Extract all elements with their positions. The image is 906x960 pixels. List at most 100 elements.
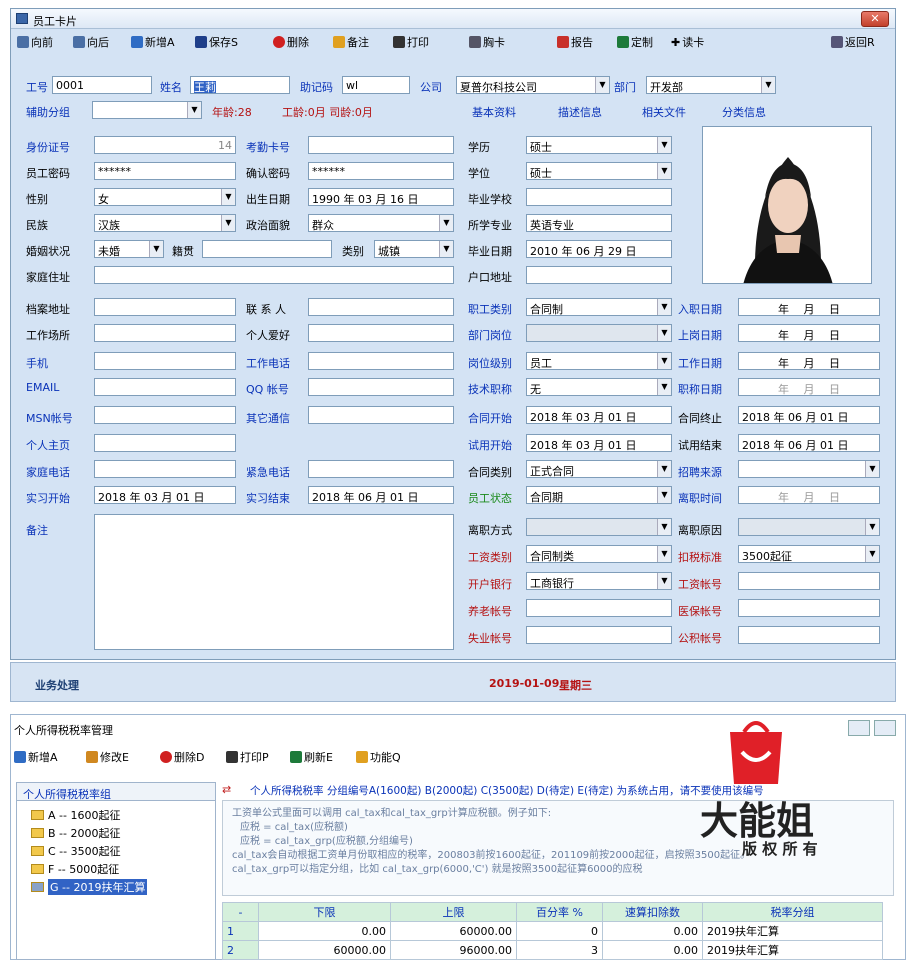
contract-start-field[interactable]: 2018 年 03 月 01 日 [526, 406, 672, 424]
idcard-field[interactable]: 14 [94, 136, 236, 154]
unemployment-field[interactable] [526, 626, 672, 644]
forward-button[interactable]: 向后 [73, 34, 109, 50]
mnemonic-field[interactable]: wl [342, 76, 410, 94]
work-date-field[interactable]: 年 月 日 [738, 352, 880, 370]
hukou-field[interactable] [526, 266, 672, 284]
tree-item-g[interactable]: G -- 2019扶年汇算 [31, 879, 148, 895]
status-select[interactable]: 合同期 ▼ [526, 486, 672, 504]
pension-field[interactable] [526, 599, 672, 617]
medical-account-field[interactable] [738, 599, 880, 617]
leave-reason-select[interactable]: ▼ [738, 518, 880, 536]
tab-basic[interactable]: 基本资料 [472, 104, 516, 120]
homepage-field[interactable] [94, 434, 236, 452]
customize-button[interactable]: 定制 [617, 34, 653, 50]
home-address-field[interactable] [94, 266, 454, 284]
col-header[interactable]: 速算扣除数 [602, 902, 703, 922]
save-button[interactable]: 保存S [195, 34, 238, 50]
qq-field[interactable] [308, 378, 454, 396]
major-field[interactable]: 英语专业 [526, 214, 672, 232]
tab-description[interactable]: 描述信息 [558, 104, 602, 120]
title-select[interactable]: 无 ▼ [526, 378, 672, 396]
table-row[interactable]: 1 0.00 60000.00 0 0.00 2019扶年汇算 [222, 921, 883, 941]
native-field[interactable] [202, 240, 332, 258]
report-button[interactable]: 报告 [557, 34, 593, 50]
contract-type-select[interactable]: 正式合同 ▼ [526, 460, 672, 478]
nation-select[interactable]: 汉族 ▼ [94, 214, 236, 232]
attendance-field[interactable] [308, 136, 454, 154]
col-header[interactable]: 税率分组 [702, 902, 883, 922]
employee-id-field[interactable]: 0001 [52, 76, 152, 94]
tax-print-button[interactable]: 打印P [226, 749, 269, 765]
dept-select[interactable]: 开发部 ▼ [646, 76, 776, 94]
tax-function-button[interactable]: 功能Q [356, 749, 401, 765]
read-card-button[interactable]: ✚ 读卡 [671, 34, 704, 50]
homephone-field[interactable] [94, 460, 236, 478]
gender-select[interactable]: 女 ▼ [94, 188, 236, 206]
tax-new-button[interactable]: 新增A [14, 749, 58, 765]
trial-end-field[interactable]: 2018 年 06 月 01 日 [738, 434, 880, 452]
jobtype-select[interactable]: 合同制 ▼ [526, 298, 672, 316]
contract-end-field[interactable]: 2018 年 06 月 01 日 [738, 406, 880, 424]
leave-date-field[interactable]: 年 月 日 [738, 486, 880, 504]
group-select[interactable]: ▼ [92, 101, 202, 119]
salary-select[interactable]: 合同制类 ▼ [526, 545, 672, 563]
contact-field[interactable] [308, 298, 454, 316]
title-date-field[interactable]: 年 月 日 [738, 378, 880, 396]
post-select[interactable]: ▼ [526, 324, 672, 342]
workplace-field[interactable] [94, 324, 236, 342]
msn-field[interactable] [94, 406, 236, 424]
tax-delete-button[interactable]: 删除D [160, 749, 204, 765]
birth-date-field[interactable]: 1990 年 03 月 16 日 [308, 188, 454, 206]
tree-item-c[interactable]: C -- 3500起征 [31, 843, 121, 859]
tab-files[interactable]: 相关文件 [642, 104, 686, 120]
back-button[interactable]: 向前 [17, 34, 53, 50]
new-button[interactable]: 新增A [131, 34, 175, 50]
political-select[interactable]: 群众 ▼ [308, 214, 454, 232]
school-field[interactable] [526, 188, 672, 206]
password-field[interactable]: ****** [94, 162, 236, 180]
minimize-button[interactable] [848, 720, 870, 736]
remark-textarea[interactable] [94, 514, 454, 650]
name-field[interactable]: 王莉 [190, 76, 290, 94]
col-header[interactable]: 上限 [390, 902, 517, 922]
fund-account-field[interactable] [738, 626, 880, 644]
confirm-password-field[interactable]: ****** [308, 162, 454, 180]
table-row[interactable]: 2 60000.00 96000.00 3 0.00 2019扶年汇算 [222, 940, 883, 960]
return-button[interactable]: 返回R [831, 34, 875, 50]
print-button[interactable]: 打印 [393, 34, 429, 50]
emergency-field[interactable] [308, 460, 454, 478]
tax-refresh-button[interactable]: 刷新E [290, 749, 333, 765]
trial-start-field[interactable]: 2018 年 03 月 01 日 [526, 434, 672, 452]
delete-button[interactable]: 删除 [273, 34, 309, 50]
level-select[interactable]: 员工 ▼ [526, 352, 672, 370]
col-header[interactable]: 下限 [258, 902, 391, 922]
leave-select[interactable]: ▼ [526, 518, 672, 536]
restore-button[interactable] [874, 720, 896, 736]
col-header[interactable]: - [222, 902, 259, 922]
other-comm-field[interactable] [308, 406, 454, 424]
badge-button[interactable]: 胸卡 [469, 34, 505, 50]
tree-item-b[interactable]: B -- 2000起征 [31, 825, 120, 841]
mobile-field[interactable] [94, 352, 236, 370]
tree-item-f[interactable]: F -- 5000起征 [31, 861, 119, 877]
entry-date-field[interactable]: 年 月 日 [738, 298, 880, 316]
intern-end-field[interactable]: 2018 年 06 月 01 日 [308, 486, 454, 504]
onpost-date-field[interactable]: 年 月 日 [738, 324, 880, 342]
recruit-select[interactable]: ▼ [738, 460, 880, 478]
email-field[interactable] [94, 378, 236, 396]
edu-select[interactable]: 硕士 ▼ [526, 136, 672, 154]
bank-select[interactable]: 工商银行 ▼ [526, 572, 672, 590]
tab-category[interactable]: 分类信息 [722, 104, 766, 120]
remark-button[interactable]: 备注 [333, 34, 369, 50]
marital-select[interactable]: 未婚 ▼ [94, 240, 164, 258]
intern-start-field[interactable]: 2018 年 03 月 01 日 [94, 486, 236, 504]
company-select[interactable]: 夏普尔科技公司 ▼ [456, 76, 610, 94]
type-select[interactable]: 城镇 ▼ [374, 240, 454, 258]
workphone-field[interactable] [308, 352, 454, 370]
col-header[interactable]: 百分率 % [516, 902, 603, 922]
degree-select[interactable]: 硕士 ▼ [526, 162, 672, 180]
tree-item-a[interactable]: A -- 1600起征 [31, 807, 120, 823]
hobby-field[interactable] [308, 324, 454, 342]
salary-account-field[interactable] [738, 572, 880, 590]
grad-date-field[interactable]: 2010 年 06 月 29 日 [526, 240, 672, 258]
